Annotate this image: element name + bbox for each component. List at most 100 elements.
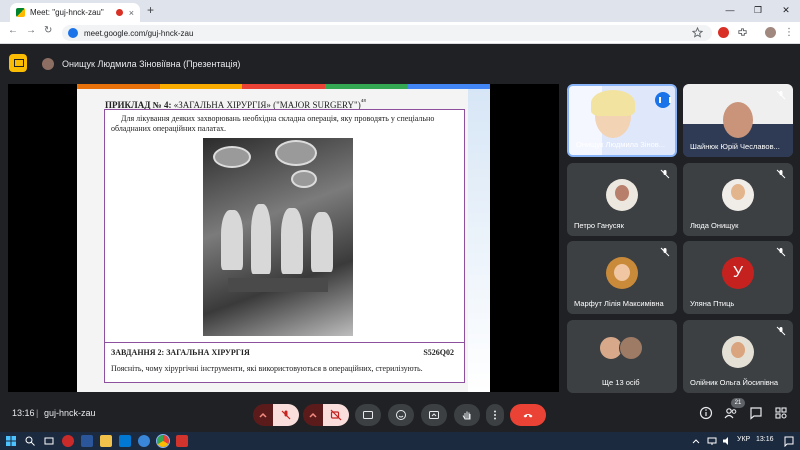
windows-start-icon[interactable] — [5, 435, 17, 447]
back-arrow-icon[interactable]: ← — [8, 25, 18, 36]
participant-avatar — [722, 179, 754, 211]
participant-name: Олійник Ольга Йосипівна — [690, 378, 779, 387]
captions-button[interactable] — [355, 404, 381, 426]
participant-name: Петро Ганусяк — [574, 221, 624, 230]
meeting-info-icon[interactable] — [699, 406, 713, 420]
present-screen-icon — [429, 411, 439, 419]
participant-avatar — [619, 336, 643, 360]
leave-call-button[interactable] — [510, 404, 546, 426]
volume-icon[interactable] — [721, 435, 733, 447]
participant-name: Люда Онищук — [690, 221, 739, 230]
tab-close-icon[interactable]: × — [129, 8, 134, 18]
notifications-icon[interactable] — [783, 435, 795, 447]
mic-off-icon — [776, 90, 786, 100]
bookmark-star-icon[interactable] — [692, 27, 703, 38]
reload-icon[interactable]: ↻ — [44, 25, 52, 36]
recording-indicator-icon — [115, 9, 123, 16]
others-count-label: Ще 13 осіб — [602, 378, 640, 387]
surgeon-figure — [311, 212, 333, 272]
address-bar[interactable]: meet.google.com/guj-hnck-zau — [62, 25, 712, 41]
more-vert-icon — [494, 410, 496, 420]
task-question: Поясніть, чому хірургічні інструменти, я… — [111, 364, 423, 373]
mic-off-icon — [281, 410, 291, 420]
word-icon[interactable] — [81, 435, 93, 447]
camera-toggle-button[interactable] — [323, 404, 349, 426]
hand-icon — [462, 411, 471, 420]
minimize-button[interactable]: — — [716, 0, 744, 22]
browser-tab[interactable]: Meet: "guj-hnck-zau" × — [10, 3, 140, 22]
audio-options-button[interactable] — [253, 404, 273, 426]
participant-count-badge: 21 — [731, 398, 745, 408]
participant-name: Онищук Людмила Зінов... — [576, 140, 666, 149]
participant-name: Шайнюк Юрій Чеславов... — [690, 142, 780, 151]
file-explorer-icon[interactable] — [100, 435, 112, 447]
maximize-button[interactable]: ❐ — [744, 0, 772, 22]
participant-tile[interactable]: У Уляна Птиць — [683, 241, 793, 314]
windows-taskbar: УКР 13:16 — [0, 432, 800, 450]
opera-extension-icon[interactable] — [718, 27, 729, 38]
new-tab-button[interactable]: + — [147, 3, 154, 17]
participant-avatar — [722, 336, 754, 368]
participant-tile[interactable]: Люда Онищук — [683, 163, 793, 236]
meeting-clock: 13:16 — [12, 408, 35, 418]
operating-table — [228, 278, 328, 292]
raise-hand-button[interactable] — [454, 404, 480, 426]
browser-toolbar: ← → ↻ meet.google.com/guj-hnck-zau ⋮ — [0, 22, 800, 44]
tab-title: Meet: "guj-hnck-zau" — [30, 8, 104, 17]
participant-tile[interactable]: Марфут Лілія Максимівна — [567, 241, 677, 314]
surgical-lamp — [213, 146, 251, 168]
profile-avatar[interactable] — [765, 27, 776, 38]
presentation-icon — [9, 54, 27, 72]
surgeon-figure — [251, 204, 271, 274]
participant-face — [723, 102, 753, 138]
mic-off-icon — [660, 247, 670, 257]
url-text: meet.google.com/guj-hnck-zau — [84, 28, 194, 38]
forward-arrow-icon[interactable]: → — [26, 25, 36, 36]
presenter-label: Онищук Людмила Зіновіївна (Презентація) — [62, 59, 241, 69]
opera-browser-icon[interactable] — [62, 435, 74, 447]
pdf-reader-icon[interactable] — [176, 435, 188, 447]
participant-tile[interactable]: Петро Ганусяк — [567, 163, 677, 236]
presenter-avatar — [42, 58, 54, 70]
edge-icon[interactable] — [138, 435, 150, 447]
tray-chevron-up-icon[interactable] — [690, 435, 702, 447]
captions-icon — [363, 411, 373, 419]
reactions-button[interactable] — [388, 404, 414, 426]
video-options-button[interactable] — [303, 404, 323, 426]
keyboard-language[interactable]: УКР — [737, 436, 750, 443]
chevron-up-icon — [309, 412, 317, 418]
taskbar-clock[interactable]: 13:16 — [756, 436, 774, 443]
camera-off-icon — [330, 409, 342, 421]
others-tile[interactable]: Ще 13 осіб — [567, 320, 677, 393]
more-options-button[interactable] — [486, 404, 504, 426]
search-icon[interactable] — [24, 435, 36, 447]
emoji-icon — [396, 410, 406, 420]
close-window-button[interactable]: ✕ — [772, 0, 800, 22]
participant-tile[interactable]: Олійник Ольга Йосипівна — [683, 320, 793, 393]
browser-tab-strip: Meet: "guj-hnck-zau" × + — ❐ ✕ — [0, 0, 800, 22]
participant-tile[interactable]: Шайнюк Юрій Чеславов... — [683, 84, 793, 157]
participant-avatar — [606, 179, 638, 211]
chrome-menu-icon[interactable]: ⋮ — [784, 27, 795, 38]
chat-icon[interactable] — [749, 406, 763, 420]
mic-off-icon — [776, 169, 786, 179]
task-view-icon[interactable] — [43, 435, 55, 447]
present-screen-button[interactable] — [421, 404, 447, 426]
activities-icon[interactable] — [774, 406, 788, 420]
site-info-icon[interactable] — [68, 28, 78, 38]
surgical-lamp — [275, 140, 317, 166]
people-icon[interactable] — [724, 406, 738, 420]
participant-tile[interactable]: Онищук Людмила Зінов... — [567, 84, 677, 157]
meeting-code: guj-hnck-zau — [44, 408, 96, 418]
mail-icon[interactable] — [119, 435, 131, 447]
extensions-puzzle-icon[interactable] — [737, 27, 748, 38]
chrome-icon[interactable] — [156, 434, 170, 448]
meet-control-bar: 13:16 | guj-hnck-zau — [0, 396, 800, 432]
presentation-stage[interactable]: ПРИКЛАД № 4: «ЗАГАЛЬНА ХІРУРГІЯ» ("MAJOR… — [8, 84, 559, 392]
participant-letter-avatar: У — [722, 257, 754, 289]
speaking-indicator-icon — [655, 92, 671, 108]
slide-title-footnote: ⁴⁸ — [360, 97, 366, 106]
microphone-toggle-button[interactable] — [273, 404, 299, 426]
network-icon[interactable] — [706, 435, 718, 447]
task-title: ЗАВДАННЯ 2: ЗАГАЛЬНА ХІРУРГІЯ — [111, 348, 250, 357]
